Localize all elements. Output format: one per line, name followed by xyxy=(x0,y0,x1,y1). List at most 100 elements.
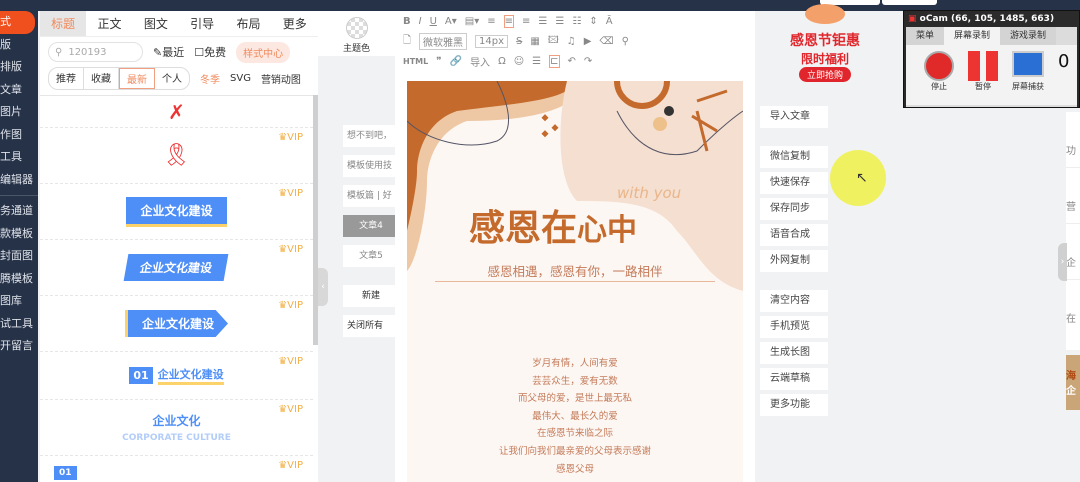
seg-recommend[interactable]: 推荐 xyxy=(49,67,84,89)
eraser-icon[interactable]: ⌫ xyxy=(599,36,613,47)
voice-synthesis-button[interactable]: 语音合成 xyxy=(760,224,828,246)
tab-guide[interactable]: 引导 xyxy=(179,11,225,36)
tag-winter[interactable]: 冬季 xyxy=(200,71,220,86)
nav-item[interactable]: 式 xyxy=(0,11,35,34)
seg-favorite[interactable]: 收藏 xyxy=(84,67,119,89)
nav-item[interactable]: 务通道 xyxy=(0,200,38,223)
article-tab[interactable]: 模板使用技 xyxy=(343,155,395,177)
article-tab[interactable]: 文章4 xyxy=(343,215,395,237)
justify-icon[interactable]: ☰ xyxy=(538,16,547,27)
style-card[interactable]: ♛VIP 企业文化建设 xyxy=(40,184,313,240)
nav-item[interactable]: 版 xyxy=(0,34,38,57)
recent-button[interactable]: ✎最近 xyxy=(153,44,184,60)
ocam-tab-menu[interactable]: 菜单 xyxy=(906,27,945,45)
bold-icon[interactable]: B xyxy=(403,16,411,27)
import-article-button[interactable]: 导入文章 xyxy=(760,106,828,128)
list-icon[interactable]: ☰ xyxy=(532,56,541,67)
article-tab[interactable]: 想不到吧， xyxy=(343,125,395,147)
article-tab[interactable]: 文章5 xyxy=(343,245,395,267)
style-card[interactable]: ♛VIP 01 企业文化建设 xyxy=(40,352,313,400)
quote-icon[interactable]: ❞ xyxy=(436,56,441,67)
align-left-icon[interactable]: ≡ xyxy=(487,16,495,27)
ocam-tab-screen-record[interactable]: 屏幕录制 xyxy=(944,27,1001,45)
new-article-button[interactable]: 新建 xyxy=(343,285,395,307)
close-all-button[interactable]: 关闭所有 xyxy=(343,315,395,337)
style-card[interactable]: ♛VIP 企业文化 CORPORATE CULTURE xyxy=(40,400,313,456)
seg-latest[interactable]: 最新 xyxy=(119,67,155,89)
free-checkbox[interactable]: ☐免费 xyxy=(194,44,226,60)
tab-layout[interactable]: 布局 xyxy=(225,11,271,36)
nav-item[interactable]: 作图 xyxy=(0,124,38,147)
screen-capture-button[interactable]: 屏幕捕获 xyxy=(1012,51,1044,105)
style-card[interactable]: ♛VIP 01 xyxy=(40,456,313,480)
table-icon[interactable]: ▦ xyxy=(530,36,539,47)
style-card[interactable]: ✗ xyxy=(40,96,313,128)
nav-item[interactable]: 工具 xyxy=(0,146,38,169)
panel-scrollbar[interactable] xyxy=(313,95,318,345)
tab-image-text[interactable]: 图文 xyxy=(133,11,179,36)
clear-content-button[interactable]: 清空内容 xyxy=(760,290,828,312)
align-right-icon[interactable]: ≡ xyxy=(522,16,530,27)
undo-icon[interactable]: ↶ xyxy=(568,56,576,67)
article-tab[interactable]: 模板篇 | 好 xyxy=(343,185,395,207)
nav-item[interactable]: 排版 xyxy=(0,56,38,79)
tab-title[interactable]: 标题 xyxy=(40,11,87,36)
article-canvas[interactable]: with you 感恩在心中 感恩相遇，感恩有你，一路相伴 岁月有情，人间有爱芸… xyxy=(407,81,743,482)
ocam-titlebar[interactable]: ▣ oCam (66, 105, 1485, 663) xyxy=(904,11,1079,27)
collapse-handle[interactable]: ‹ xyxy=(318,268,328,306)
wechat-copy-button[interactable]: 微信复制 xyxy=(760,146,828,168)
style-center-button[interactable]: 样式中心 xyxy=(236,41,291,63)
search-input[interactable]: ⚲ 120193 xyxy=(48,42,143,62)
image-icon[interactable]: 🖾 xyxy=(548,33,559,50)
font-size-select[interactable]: 14px xyxy=(475,34,509,48)
spacing-icon[interactable]: ☷ xyxy=(572,16,581,27)
letter-spacing-icon[interactable]: Ā xyxy=(606,16,613,27)
float-left-icon[interactable]: ⊏ xyxy=(549,54,560,68)
video-icon[interactable]: ▶ xyxy=(584,36,592,47)
underline-icon[interactable]: U xyxy=(430,16,437,27)
omega-icon[interactable]: Ω xyxy=(498,56,506,67)
font-family-select[interactable]: 微软雅黑 xyxy=(419,32,468,50)
indent-icon[interactable]: ☰ xyxy=(555,16,564,27)
more-functions-button[interactable]: 更多功能 xyxy=(760,394,828,416)
tab-body[interactable]: 正文 xyxy=(86,11,132,36)
italic-icon[interactable]: I xyxy=(419,16,422,27)
save-sync-button[interactable]: 保存同步 xyxy=(760,198,828,220)
quick-save-button[interactable]: 快速保存 xyxy=(760,172,828,194)
ocam-tab-game-record[interactable]: 游戏录制 xyxy=(1000,27,1057,45)
nav-item[interactable]: 开留言 xyxy=(0,335,38,358)
promo-banner[interactable]: 感恩节钜惠 限时福利 立即抢购 xyxy=(760,0,890,85)
promo-cta[interactable]: 立即抢购 xyxy=(798,67,851,82)
redo-icon[interactable]: ↷ xyxy=(584,56,592,67)
music-icon[interactable]: ♫ xyxy=(567,36,576,47)
side-item[interactable]: 功 xyxy=(1066,112,1080,168)
emoji-icon[interactable]: ☺ xyxy=(514,56,524,67)
tag-svg[interactable]: SVG xyxy=(230,73,251,84)
cloud-draft-button[interactable]: 云端草稿 xyxy=(760,368,828,390)
nav-item[interactable]: 试工具 xyxy=(0,313,38,336)
nav-item[interactable]: 图库 xyxy=(0,290,38,313)
side-item[interactable]: 在 xyxy=(1066,280,1080,336)
long-image-button[interactable]: 生成长图 xyxy=(760,342,828,364)
expand-handle[interactable]: › xyxy=(1058,243,1067,281)
external-copy-button[interactable]: 外网复制 xyxy=(760,250,828,272)
nav-item[interactable]: 款模板 xyxy=(0,223,38,246)
import-button[interactable]: 导入 xyxy=(470,54,490,69)
style-card[interactable]: ♛VIP 企业文化建设 xyxy=(40,240,313,296)
align-center-icon[interactable]: ≡ xyxy=(503,14,515,28)
stop-button[interactable]: 停止 xyxy=(924,51,954,105)
nav-item[interactable]: 编辑器 xyxy=(0,169,38,192)
nav-item[interactable]: 腾模板 xyxy=(0,268,38,291)
font-color-icon[interactable]: A▾ xyxy=(445,16,457,27)
strike-icon[interactable]: S̶ xyxy=(516,36,522,47)
side-item[interactable]: 企 xyxy=(1066,224,1080,280)
nav-item[interactable]: 封面图 xyxy=(0,245,38,268)
nav-item[interactable]: 文章 xyxy=(0,79,38,102)
tag-marketing-gif[interactable]: 营销动图 xyxy=(261,71,301,86)
side-banner[interactable]: 海企 xyxy=(1066,355,1080,410)
theme-color-button[interactable]: 主题色 xyxy=(318,11,395,56)
search-replace-icon[interactable]: ⚲ xyxy=(622,36,629,47)
pause-button[interactable]: 暂停 xyxy=(968,51,998,105)
doc-icon[interactable]: 🗋 xyxy=(403,33,411,50)
bg-color-icon[interactable]: ▤▾ xyxy=(465,16,479,27)
